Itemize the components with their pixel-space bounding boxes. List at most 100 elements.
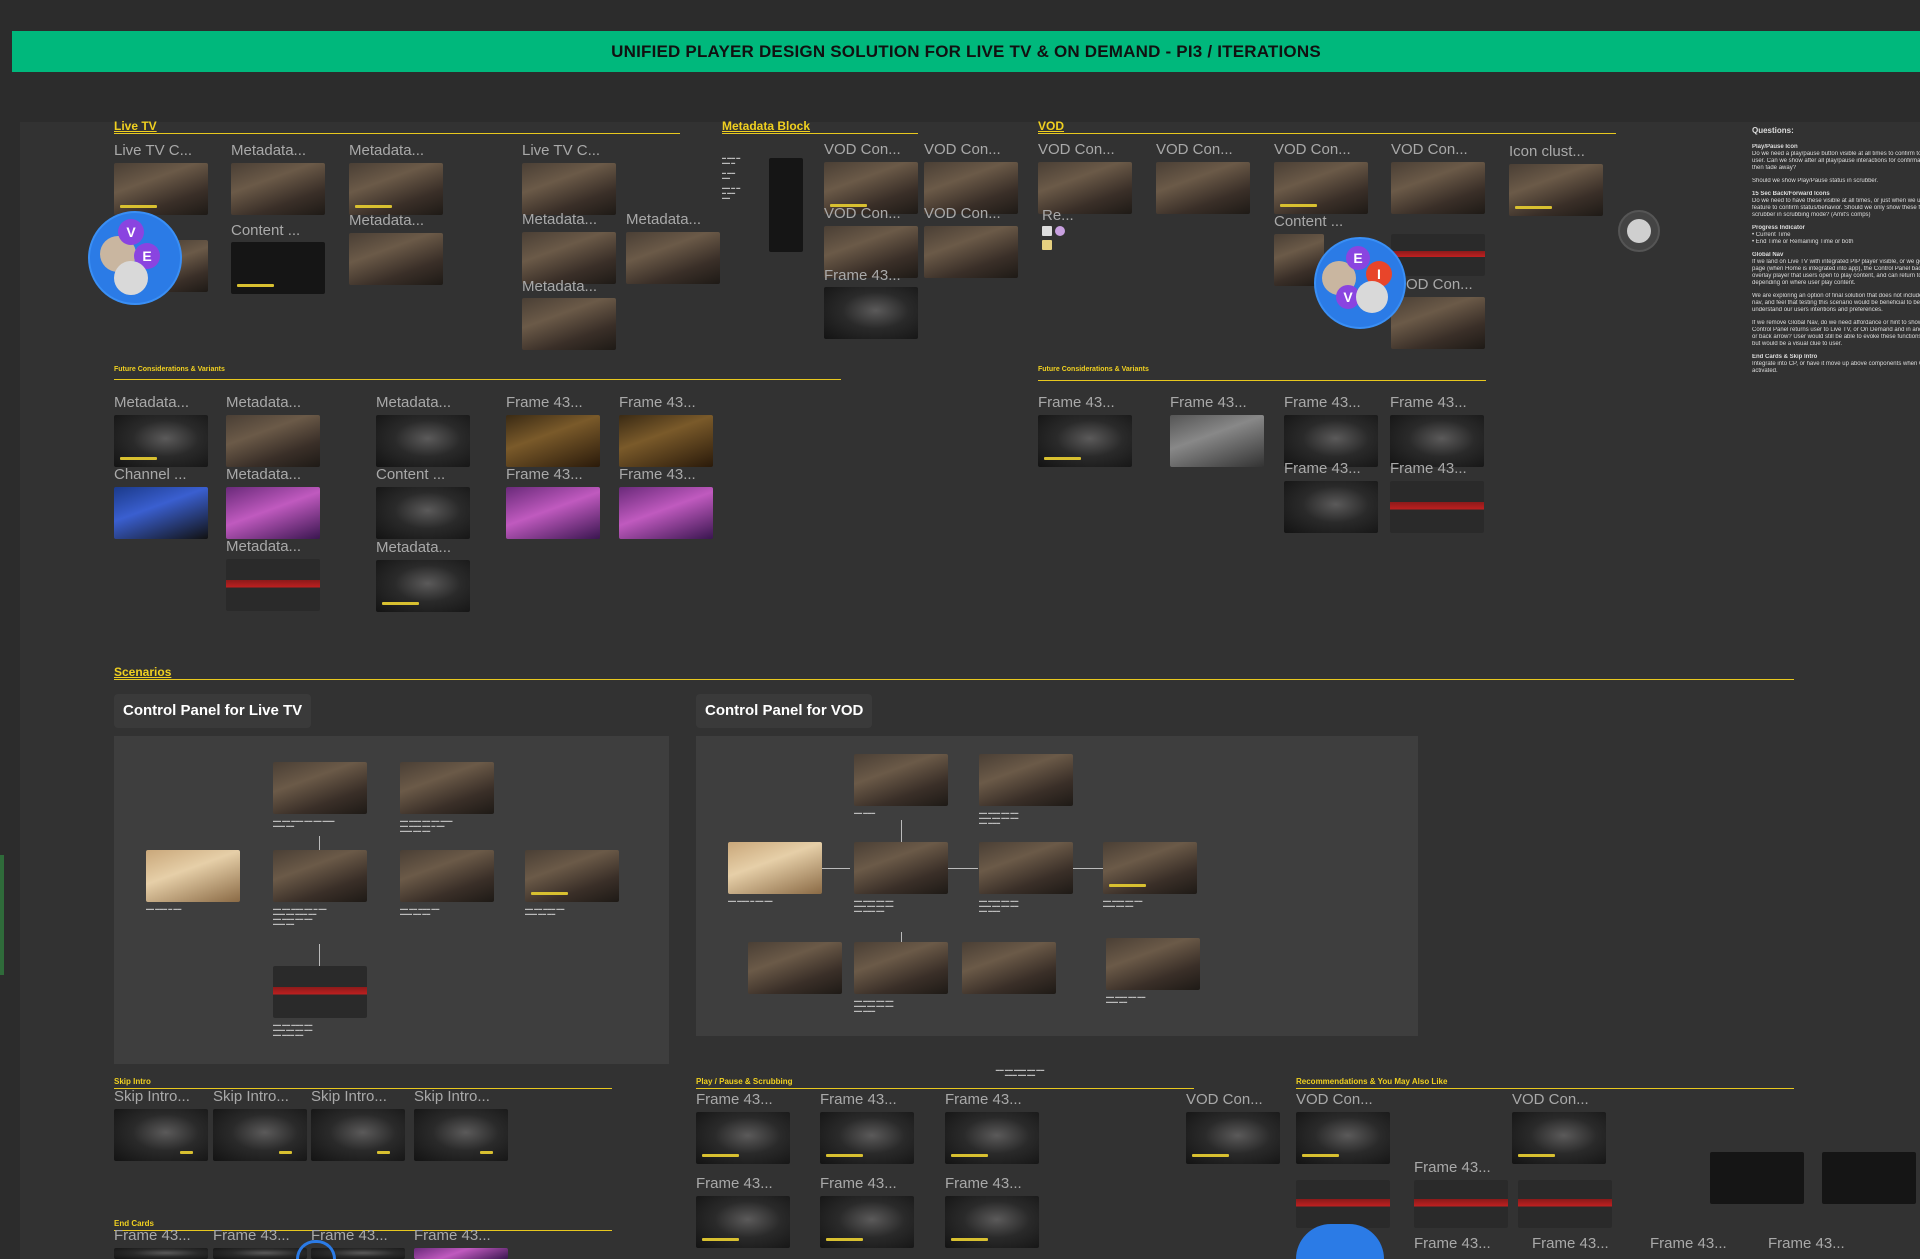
frame-label[interactable]: VOD Con... — [924, 141, 1016, 158]
frame-label[interactable]: Live TV C... — [522, 142, 614, 159]
flow-step[interactable] — [962, 942, 1056, 994]
section-title-vod[interactable]: VOD — [1038, 119, 1064, 133]
frame-label[interactable]: Metadata... — [522, 278, 614, 295]
frame-label[interactable]: Frame 43... — [619, 466, 711, 483]
flow-step[interactable] — [146, 850, 240, 902]
section-title-live-tv[interactable]: Live TV — [114, 119, 157, 133]
frame-thumbnail[interactable] — [1391, 162, 1485, 214]
section-title-recommendations[interactable]: Recommendations & You May Also Like — [1296, 1077, 1447, 1086]
frame-thumbnail[interactable] — [226, 559, 320, 611]
frame-thumbnail[interactable] — [1509, 164, 1603, 216]
frame-thumbnail[interactable] — [1296, 1112, 1390, 1164]
frame-label[interactable]: VOD Con... — [1391, 141, 1483, 158]
frame-label[interactable]: Frame 43... — [1170, 394, 1262, 411]
frame-label[interactable]: Frame 43... — [696, 1175, 788, 1192]
frame-label[interactable]: Channel ... — [114, 466, 206, 483]
avatar[interactable]: V — [118, 219, 144, 245]
frame-label[interactable]: Frame 43... — [1768, 1235, 1860, 1252]
frame-thumbnail[interactable] — [506, 487, 600, 539]
frame-thumbnail[interactable] — [824, 287, 918, 339]
frame-thumbnail[interactable] — [820, 1112, 914, 1164]
flow-step[interactable] — [525, 850, 619, 902]
frame-label[interactable]: Frame 43... — [1390, 460, 1482, 477]
collaborator-cluster[interactable]: V E — [88, 211, 182, 305]
section-title-metadata-block[interactable]: Metadata Block — [722, 119, 810, 133]
frame-label[interactable]: Skip Intro... — [213, 1088, 305, 1105]
section-title-future-right[interactable]: Future Considerations & Variants — [1038, 366, 1149, 373]
frame-thumbnail[interactable] — [626, 232, 720, 284]
frame-label[interactable]: Skip Intro... — [414, 1088, 506, 1105]
frame-thumbnail[interactable] — [231, 163, 325, 215]
frame-label[interactable]: Frame 43... — [1038, 394, 1130, 411]
frame-label[interactable]: VOD Con... — [924, 205, 1016, 222]
frame-label[interactable]: Frame 43... — [1532, 1235, 1624, 1252]
frame-thumbnail[interactable] — [820, 1196, 914, 1248]
frame-label[interactable]: Frame 43... — [824, 267, 916, 284]
frame-label[interactable]: Frame 43... — [506, 394, 598, 411]
frame-thumbnail[interactable] — [945, 1196, 1039, 1248]
flow-step[interactable] — [728, 842, 822, 894]
frame-thumbnail[interactable] — [114, 1109, 208, 1161]
frame-label[interactable]: Metadata... — [349, 142, 441, 159]
frame-label[interactable]: Metadata... — [226, 394, 318, 411]
frame-label[interactable]: VOD Con... — [1296, 1091, 1388, 1108]
frame-thumbnail[interactable] — [349, 233, 443, 285]
frame-label[interactable]: Skip Intro... — [114, 1088, 206, 1105]
frame-label[interactable]: Metadata... — [626, 211, 718, 228]
frame-label[interactable]: Skip Intro... — [311, 1088, 403, 1105]
frame-label[interactable]: Frame 43... — [1284, 394, 1376, 411]
frame-thumbnail[interactable] — [696, 1196, 790, 1248]
section-title-skip-intro[interactable]: Skip Intro — [114, 1077, 151, 1086]
frame-thumbnail[interactable] — [1156, 162, 1250, 214]
frame-thumbnail[interactable] — [696, 1112, 790, 1164]
frame-label[interactable]: Content ... — [231, 222, 323, 239]
frame-thumbnail[interactable] — [376, 560, 470, 612]
frame-thumbnail[interactable] — [522, 298, 616, 350]
frame-label[interactable]: Frame 43... — [945, 1175, 1037, 1192]
avatar[interactable] — [114, 261, 148, 295]
frame-label[interactable]: Frame 43... — [1284, 460, 1376, 477]
frame-label[interactable]: Frame 43... — [820, 1175, 912, 1192]
frame-thumbnail[interactable] — [1170, 415, 1264, 467]
user-avatar[interactable] — [1618, 210, 1660, 252]
frame-label[interactable]: VOD Con... — [1274, 141, 1366, 158]
avatar[interactable] — [1356, 281, 1388, 313]
frame-label[interactable]: VOD Con... — [824, 141, 916, 158]
frame-thumbnail[interactable] — [414, 1109, 508, 1161]
frame-thumbnail[interactable] — [414, 1248, 508, 1259]
frame-label[interactable]: Metadata... — [349, 212, 441, 229]
flow-step[interactable] — [1106, 938, 1200, 990]
frame-thumbnail[interactable] — [1186, 1112, 1280, 1164]
frame-thumbnail[interactable] — [1038, 415, 1132, 467]
flow-step[interactable] — [854, 942, 948, 994]
frame-label[interactable]: Frame 43... — [820, 1091, 912, 1108]
frame-thumbnail[interactable] — [1414, 1180, 1508, 1228]
frame-thumbnail[interactable] — [522, 163, 616, 215]
panel-title-vod[interactable]: Control Panel for VOD — [696, 694, 873, 728]
frame-label[interactable]: Metadata... — [114, 394, 206, 411]
panel-title-live-tv[interactable]: Control Panel for Live TV — [114, 694, 312, 728]
frame-label[interactable]: VOD Con... — [1156, 141, 1248, 158]
frame-label[interactable]: VOD Con... — [1038, 141, 1130, 158]
metadata-component[interactable] — [769, 158, 803, 252]
frame-thumbnail[interactable] — [1296, 1180, 1390, 1228]
flow-step[interactable] — [854, 754, 948, 806]
frame-thumbnail[interactable] — [114, 415, 208, 467]
frame-thumbnail[interactable] — [506, 415, 600, 467]
frame-thumbnail[interactable] — [1391, 234, 1485, 276]
frame-label[interactable]: Metadata... — [231, 142, 323, 159]
frame-label[interactable]: Icon clust... — [1509, 143, 1601, 160]
frame-thumbnail[interactable] — [1512, 1112, 1606, 1164]
frame-thumbnail[interactable] — [226, 487, 320, 539]
scenario-panel-live-tv[interactable]: ▬▬ ▬▬▬ ▬ ▬▬ ▬▬ ▬▬ ▬▬▬ ▬▬ ▬▬ ▬▬▬ ▬▬▬ ▬▬ ▬▬… — [114, 736, 669, 1064]
frame-label[interactable]: VOD Con... — [824, 205, 916, 222]
frame-thumbnail[interactable] — [619, 415, 713, 467]
frame-thumbnail[interactable] — [1822, 1152, 1916, 1204]
frame-thumbnail[interactable] — [1518, 1180, 1612, 1228]
flow-step[interactable] — [273, 966, 367, 1018]
section-title-scenarios[interactable]: Scenarios — [114, 665, 171, 679]
frame-label[interactable]: Frame 43... — [1414, 1235, 1506, 1252]
icon-cluster[interactable] — [1042, 226, 1072, 256]
frame-thumbnail[interactable] — [1710, 1152, 1804, 1204]
frame-label[interactable]: Content ... — [376, 466, 468, 483]
